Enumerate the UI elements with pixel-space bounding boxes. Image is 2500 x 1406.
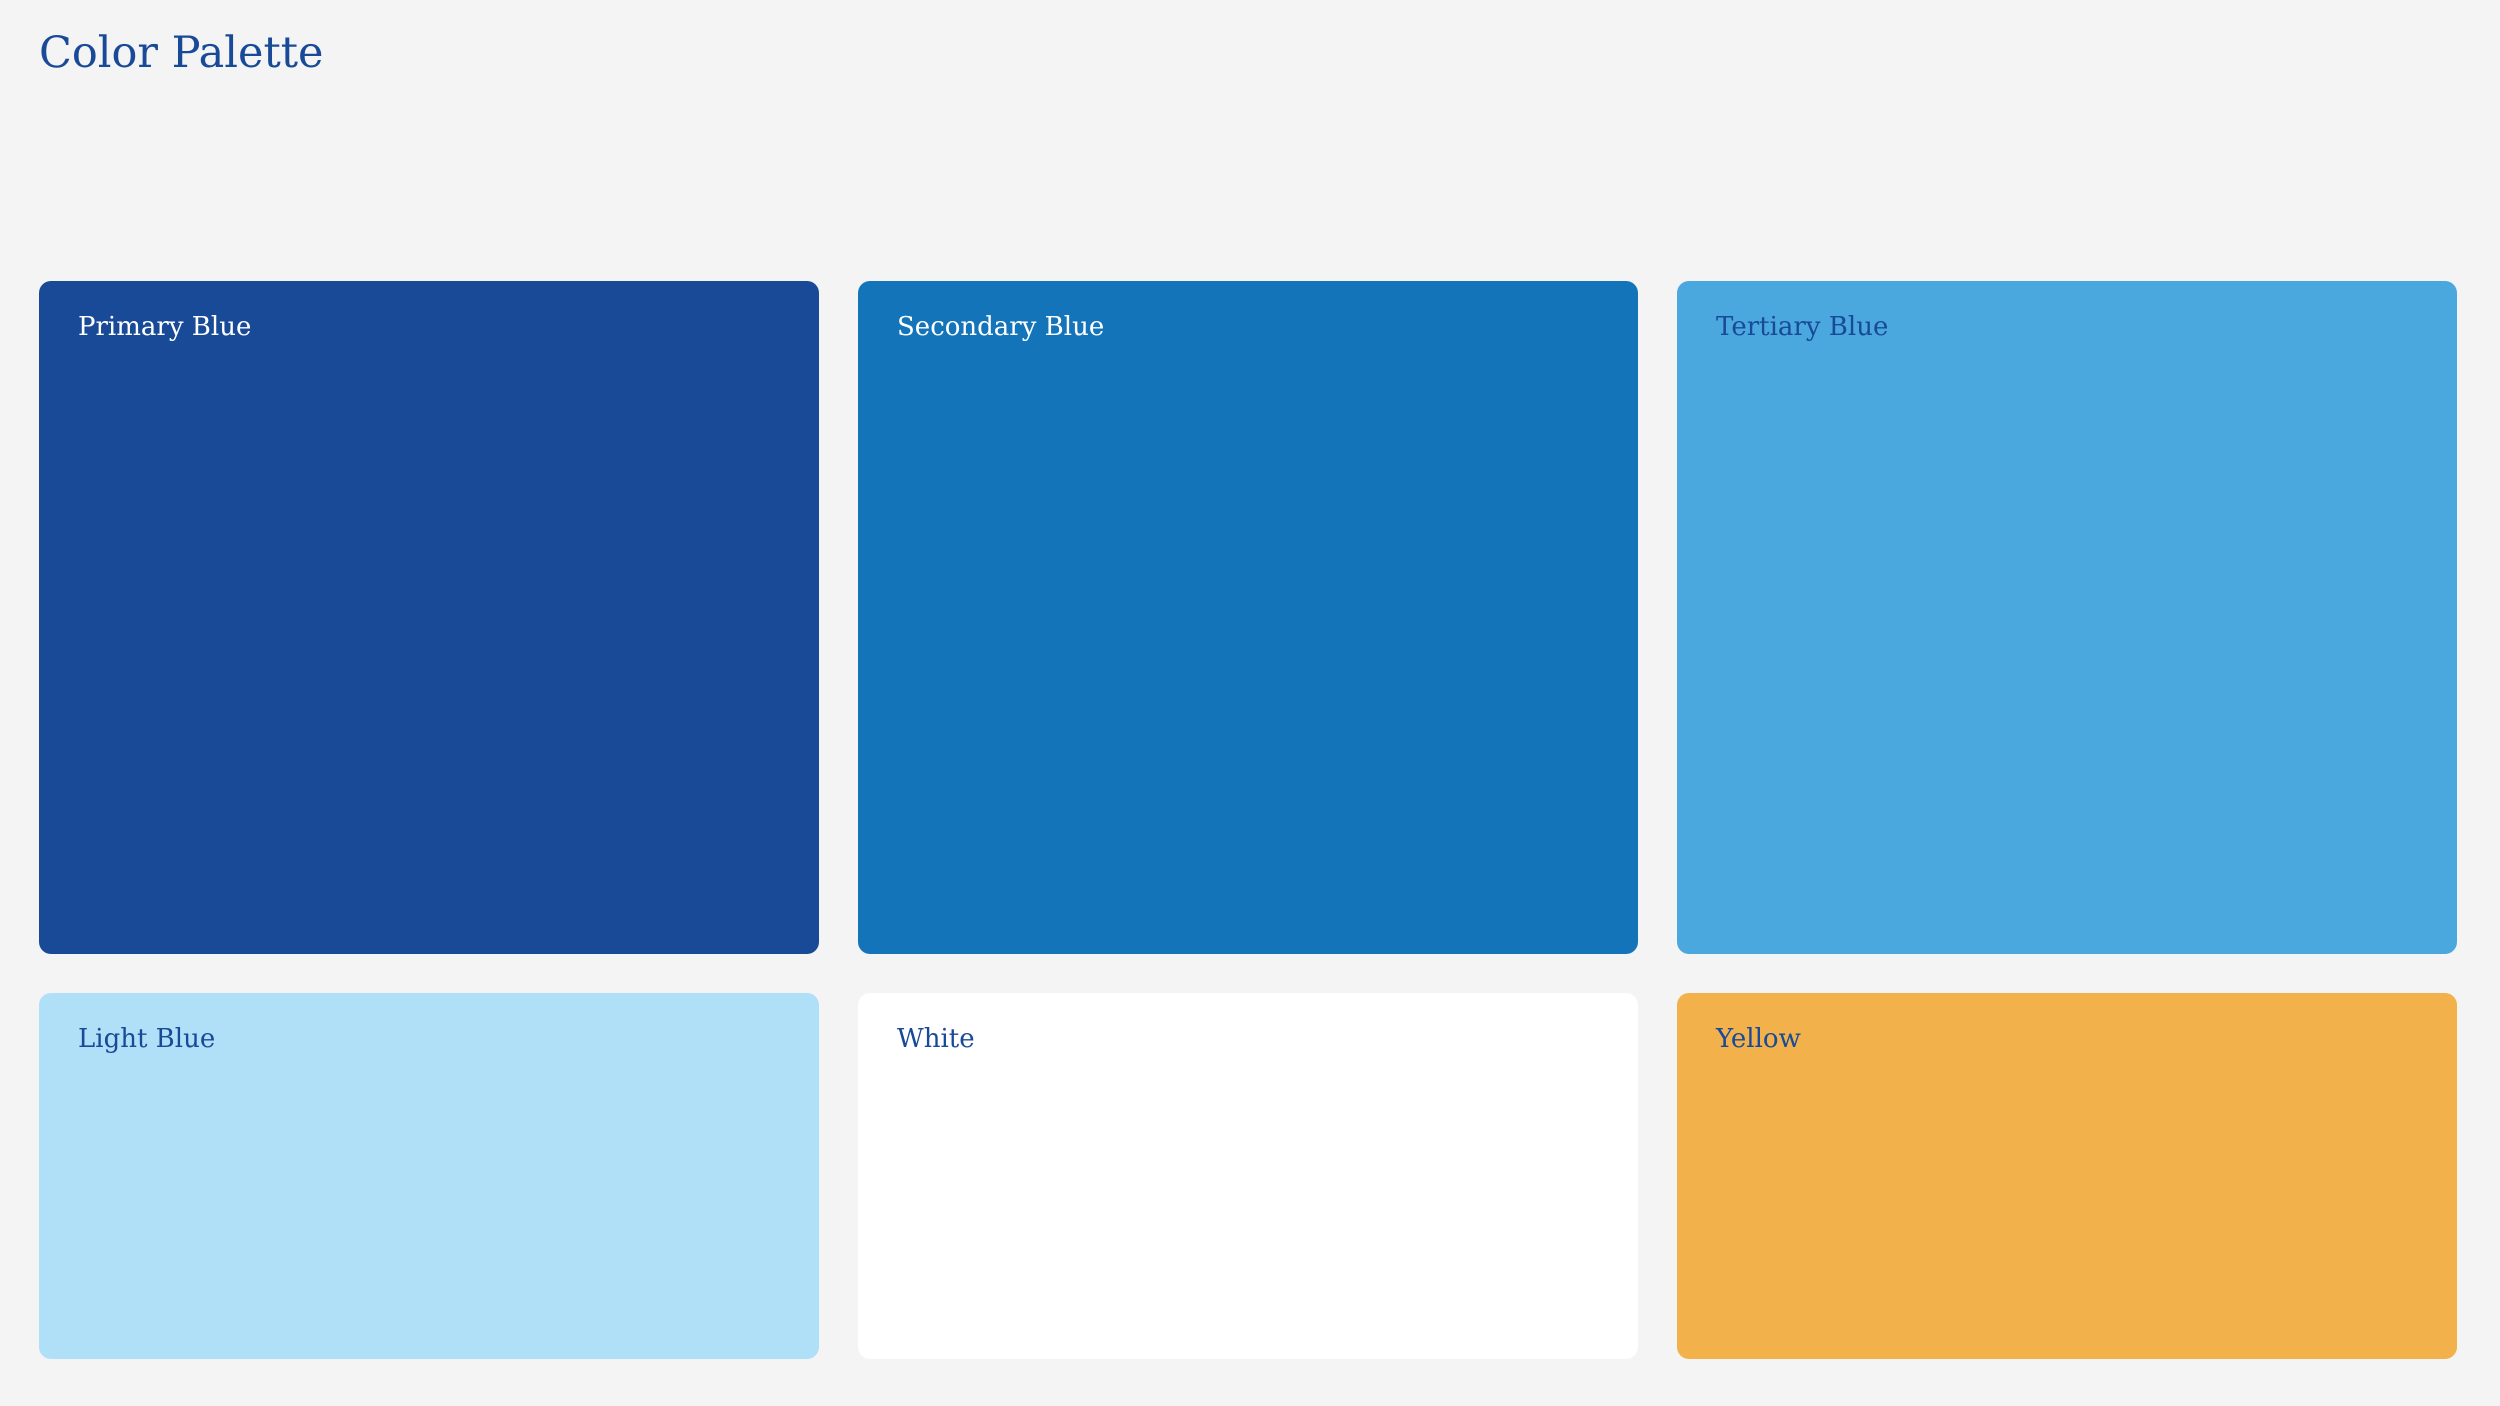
swatch-yellow: Yellow xyxy=(1677,993,2457,1359)
swatch-label-white: White xyxy=(897,1024,975,1054)
swatch-label-tertiary-blue: Tertiary Blue xyxy=(1716,312,1889,342)
swatch-label-light-blue: Light Blue xyxy=(78,1024,216,1054)
page-title: Color Palette xyxy=(39,28,324,78)
swatch-white: White xyxy=(858,993,1638,1359)
swatch-label-primary-blue: Primary Blue xyxy=(78,312,252,342)
swatch-primary-blue: Primary Blue xyxy=(39,281,819,954)
swatch-light-blue: Light Blue xyxy=(39,993,819,1359)
swatch-tertiary-blue: Tertiary Blue xyxy=(1677,281,2457,954)
color-palette-grid: Primary Blue Secondary Blue Tertiary Blu… xyxy=(39,281,2458,1359)
swatch-label-yellow: Yellow xyxy=(1716,1024,1801,1054)
swatch-secondary-blue: Secondary Blue xyxy=(858,281,1638,954)
swatch-label-secondary-blue: Secondary Blue xyxy=(897,312,1105,342)
